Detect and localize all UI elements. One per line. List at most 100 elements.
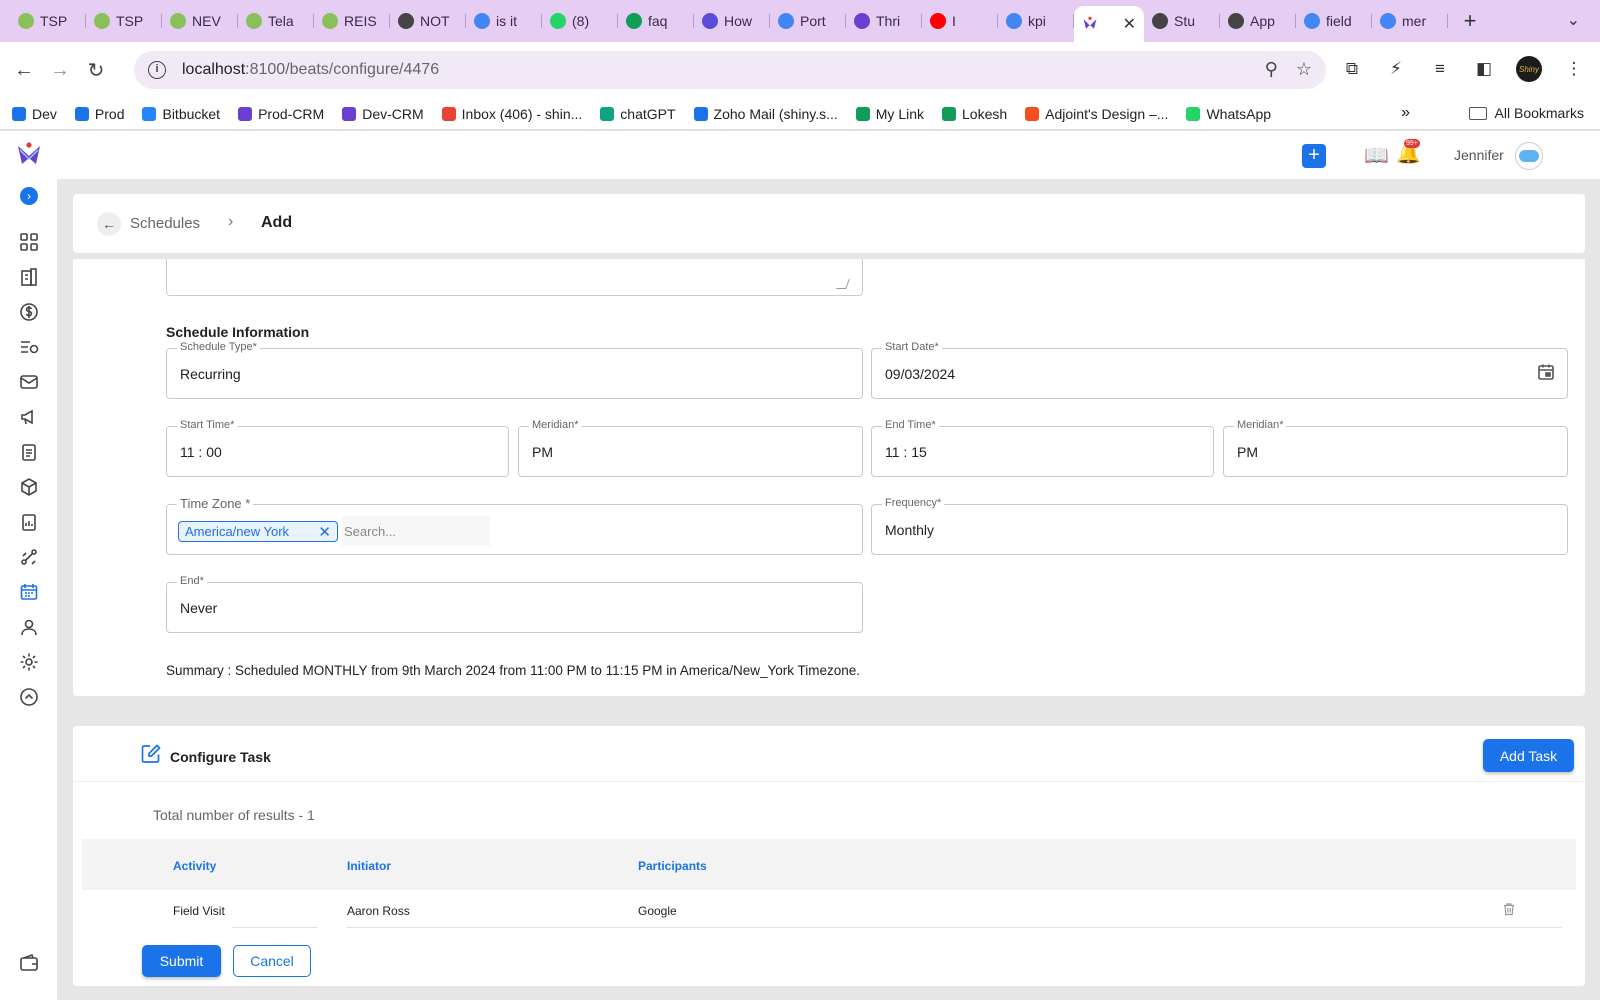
browser-tab[interactable]: I bbox=[922, 5, 998, 37]
reload-button[interactable]: ↻ bbox=[78, 52, 114, 88]
browser-tab[interactable]: Stu bbox=[1144, 5, 1220, 37]
browser-tab[interactable]: TSP bbox=[10, 5, 86, 37]
site-info-icon[interactable]: i bbox=[148, 61, 166, 79]
schedule-summary: Summary : Scheduled MONTHLY from 9th Mar… bbox=[166, 663, 861, 678]
megaphone-icon[interactable] bbox=[18, 406, 40, 428]
bookmark-item[interactable]: Inbox (406) - shin... bbox=[441, 106, 582, 122]
bookmark-item[interactable]: chatGPT bbox=[600, 106, 676, 122]
dashboard-icon[interactable] bbox=[18, 231, 40, 253]
collapse-up-icon[interactable] bbox=[18, 686, 40, 708]
media-controls-icon[interactable]: ≡ bbox=[1428, 57, 1452, 81]
settings-icon[interactable] bbox=[18, 651, 40, 673]
browser-tab[interactable]: How bbox=[694, 5, 770, 37]
side-panel-icon[interactable]: ◧ bbox=[1472, 57, 1496, 81]
schedule-type-field[interactable]: Schedule Type* Recurring bbox=[166, 341, 863, 399]
list-clock-icon[interactable] bbox=[18, 336, 40, 358]
calendar-icon[interactable] bbox=[18, 581, 40, 603]
clipboard-icon[interactable] bbox=[18, 441, 40, 463]
sidebar-expand-button[interactable]: › bbox=[20, 187, 38, 205]
bookmark-item[interactable]: Dev-CRM bbox=[342, 106, 424, 122]
browser-tab[interactable]: kpi bbox=[998, 5, 1074, 37]
start-meridian-field[interactable]: Meridian* PM bbox=[518, 419, 863, 477]
time-zone-field[interactable]: Time Zone * America/new York ✕ Search... bbox=[166, 496, 863, 555]
calendar-icon[interactable] bbox=[1537, 363, 1555, 381]
browser-tab[interactable]: (8) bbox=[542, 5, 618, 37]
building-icon[interactable] bbox=[18, 266, 40, 288]
bookmark-label: My Link bbox=[875, 105, 924, 122]
back-button[interactable]: ← bbox=[6, 52, 42, 88]
route-icon[interactable] bbox=[18, 546, 40, 568]
column-header-initiator[interactable]: Initiator bbox=[347, 859, 391, 873]
address-bar[interactable]: i localhost:8100/beats/configure/4476 ⚲ … bbox=[134, 51, 1326, 89]
delete-icon[interactable] bbox=[1502, 902, 1516, 916]
bookmark-item[interactable]: WhatsApp bbox=[1186, 106, 1271, 122]
browser-tab[interactable]: TSP bbox=[86, 5, 162, 37]
bookmark-item[interactable]: Adjoint's Design –... bbox=[1025, 106, 1168, 122]
breadcrumb-schedules-link[interactable]: Schedules bbox=[130, 215, 200, 232]
close-tab-icon[interactable]: ✕ bbox=[1123, 14, 1136, 34]
frequency-field[interactable]: Frequency* Monthly bbox=[871, 497, 1568, 555]
user-icon[interactable] bbox=[18, 616, 40, 638]
browser-tab[interactable]: NOT bbox=[390, 5, 466, 37]
bookmark-star-icon[interactable]: ☆ bbox=[1296, 59, 1312, 80]
browser-tab[interactable]: field bbox=[1296, 5, 1372, 37]
cloud-avatar-icon[interactable] bbox=[1515, 142, 1543, 170]
browser-menu-icon[interactable]: ⋮ bbox=[1562, 57, 1586, 81]
bookmark-item[interactable]: Prod-CRM bbox=[238, 106, 324, 122]
bookmark-item[interactable]: Dev bbox=[12, 106, 57, 122]
tab-active[interactable]: ✕ bbox=[1074, 6, 1144, 42]
report-icon[interactable] bbox=[18, 511, 40, 533]
bookmark-item[interactable]: Lokesh bbox=[942, 106, 1007, 122]
end-time-field[interactable]: End Time* 11 : 15 bbox=[871, 419, 1214, 477]
bookmark-label: WhatsApp bbox=[1206, 105, 1272, 122]
tab-search-chevron-icon[interactable]: ⌄ bbox=[1567, 10, 1580, 30]
browser-tab[interactable]: REIS bbox=[314, 5, 390, 37]
cancel-button[interactable]: Cancel bbox=[233, 945, 311, 977]
wallet-icon[interactable] bbox=[18, 952, 40, 974]
profile-avatar[interactable]: Shiny bbox=[1516, 56, 1542, 82]
add-task-button[interactable]: Add Task bbox=[1483, 739, 1574, 772]
zoom-icon[interactable]: ⚲ bbox=[1265, 59, 1278, 80]
end-meridian-field[interactable]: Meridian* PM bbox=[1223, 419, 1568, 477]
cube-icon[interactable] bbox=[18, 476, 40, 498]
start-date-field[interactable]: Start Date* 09/03/2024 bbox=[871, 341, 1568, 399]
forward-button[interactable]: → bbox=[42, 52, 78, 88]
end-field[interactable]: End* Never bbox=[166, 575, 863, 633]
performance-icon[interactable]: ⚡ bbox=[1384, 57, 1408, 81]
browser-tab[interactable]: Thri bbox=[846, 5, 922, 37]
bookmark-favicon-icon bbox=[1186, 106, 1201, 121]
dollar-icon[interactable] bbox=[18, 301, 40, 323]
breadcrumb-current: Add bbox=[261, 214, 293, 231]
bookmark-item[interactable]: Bitbucket bbox=[142, 106, 220, 122]
back-arrow-icon[interactable]: ← bbox=[97, 212, 121, 236]
bookmark-item[interactable]: Zoho Mail (shiny.s... bbox=[693, 106, 838, 122]
more-bookmarks-icon[interactable]: » bbox=[1401, 104, 1410, 122]
browser-tab[interactable]: mer bbox=[1372, 5, 1448, 37]
field-value: Monthly bbox=[885, 522, 935, 538]
mail-icon[interactable] bbox=[18, 371, 40, 393]
tab-title: Stu bbox=[1174, 13, 1196, 29]
quick-add-button[interactable]: + bbox=[1302, 144, 1326, 168]
resize-handle-icon[interactable] bbox=[836, 279, 850, 289]
submit-button[interactable]: Submit bbox=[142, 945, 221, 977]
browser-tab[interactable]: App bbox=[1220, 5, 1296, 37]
browser-tab[interactable]: Tela bbox=[238, 5, 314, 37]
timezone-search-input[interactable]: Search... bbox=[342, 516, 490, 546]
column-header-activity[interactable]: Activity bbox=[173, 859, 216, 873]
browser-tab[interactable]: is it bbox=[466, 5, 542, 37]
start-time-field[interactable]: Start Time* 11 : 00 bbox=[166, 419, 509, 477]
all-bookmarks-button[interactable]: All Bookmarks bbox=[1468, 105, 1584, 121]
user-name[interactable]: Jennifer bbox=[1454, 147, 1504, 163]
remove-chip-icon[interactable]: ✕ bbox=[318, 523, 331, 541]
bookmark-item[interactable]: Prod bbox=[74, 106, 124, 122]
timezone-chip[interactable]: America/new York ✕ bbox=[178, 521, 338, 542]
bookmark-item[interactable]: My Link bbox=[855, 105, 924, 122]
book-icon[interactable]: 📖 bbox=[1364, 143, 1389, 168]
new-tab-button[interactable]: + bbox=[1458, 8, 1482, 34]
description-textarea[interactable] bbox=[166, 259, 863, 296]
browser-tab[interactable]: faq bbox=[618, 5, 694, 37]
browser-tab[interactable]: NEV bbox=[162, 5, 238, 37]
column-header-participants[interactable]: Participants bbox=[638, 859, 707, 873]
extensions-icon[interactable]: ⧉ bbox=[1340, 57, 1364, 81]
browser-tab[interactable]: Port bbox=[770, 5, 846, 37]
